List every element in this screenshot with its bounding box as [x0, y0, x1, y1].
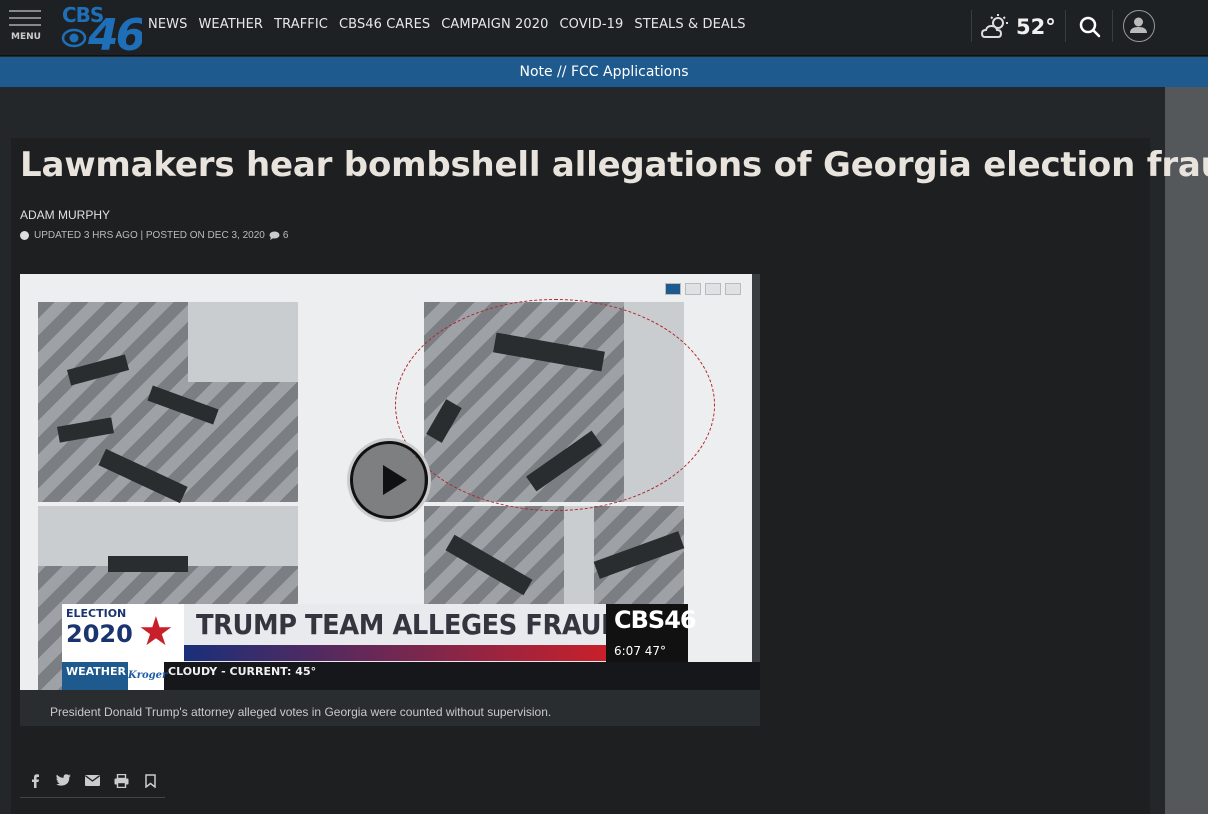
print-icon	[114, 773, 129, 788]
bookmark-button[interactable]	[136, 764, 165, 798]
ticker-text: CLOUDY - CURRENT: 45°	[168, 665, 317, 678]
facebook-icon	[31, 773, 39, 788]
nav-steals-deals[interactable]: STEALS & DEALS	[634, 17, 745, 32]
menu-button[interactable]: MENU	[9, 10, 43, 46]
weather-ticker: WEATHER Kroger CLOUDY - CURRENT: 45°	[62, 662, 760, 690]
twitter-icon	[56, 774, 71, 786]
play-button[interactable]	[350, 441, 428, 519]
station-logo: CBS46	[614, 606, 697, 634]
menu-bar	[9, 24, 41, 26]
bookmark-icon	[145, 773, 156, 788]
nav-cbs46-cares[interactable]: CBS46 CARES	[339, 17, 430, 32]
menu-label: MENU	[11, 32, 41, 42]
nav-campaign-2020[interactable]: CAMPAIGN 2020	[441, 17, 548, 32]
cbs46-logo[interactable]: CBS 46	[60, 0, 142, 54]
video-player[interactable]: ELECTION 2020 ★ TRUMP TEAM ALLEGES FRAUD…	[20, 274, 760, 690]
facebook-share-button[interactable]	[20, 764, 49, 798]
lower-third-stripe	[184, 645, 606, 661]
election-2020-logo: ELECTION 2020 ★	[62, 604, 184, 662]
station-bug: CBS46 6:07 47°	[606, 604, 697, 662]
article-headline: Lawmakers hear bombshell allegations of …	[20, 145, 1208, 185]
highlight-circle	[395, 299, 715, 511]
nav-weather[interactable]: WEATHER	[198, 17, 263, 32]
video-caption: President Donald Trump's attorney allege…	[20, 690, 760, 726]
election-year: 2020	[66, 620, 133, 648]
ticker-sponsor: Kroger	[128, 662, 167, 690]
email-share-button[interactable]	[78, 764, 107, 798]
announcement-banner[interactable]: Note // FCC Applications	[0, 57, 1208, 87]
monitor-toolbar	[665, 283, 741, 295]
print-button[interactable]	[107, 764, 136, 798]
election-label: ELECTION	[66, 607, 127, 620]
divider	[1065, 10, 1066, 42]
partly-cloudy-icon	[980, 14, 1008, 38]
station-time: 6:07 47°	[614, 644, 667, 658]
ticker-label: WEATHER	[62, 662, 128, 690]
menu-bar	[9, 17, 41, 19]
play-icon	[383, 465, 407, 495]
camera-feed	[38, 302, 298, 504]
account-button[interactable]	[1123, 10, 1155, 42]
share-bar	[20, 764, 165, 798]
right-gutter	[1165, 87, 1208, 814]
email-icon	[85, 775, 100, 786]
site-header: MENU CBS 46 NEWS WEATHER TRAFFIC CBS46 C…	[0, 0, 1208, 56]
nav-covid-19[interactable]: COVID-19	[560, 17, 624, 32]
clock-icon	[20, 231, 29, 240]
article-dates: UPDATED 3 HRS AGO | POSTED ON DEC 3, 202…	[34, 230, 265, 241]
nav-traffic[interactable]: TRAFFIC	[274, 17, 328, 32]
divider	[1112, 10, 1113, 42]
comment-icon[interactable]	[269, 231, 280, 240]
lower-third-headline: TRUMP TEAM ALLEGES FRAUD	[196, 608, 622, 641]
divider	[971, 10, 972, 42]
main-nav: NEWS WEATHER TRAFFIC CBS46 CARES CAMPAIG…	[148, 17, 757, 32]
twitter-share-button[interactable]	[49, 764, 78, 798]
temperature: 52°	[1016, 15, 1056, 39]
svg-text:46: 46	[87, 10, 142, 54]
banner-text: Note // FCC Applications	[519, 64, 689, 80]
menu-bar	[9, 10, 41, 12]
search-icon[interactable]	[1076, 13, 1104, 41]
weather-widget[interactable]: 52°	[980, 10, 1056, 44]
article-meta: UPDATED 3 HRS AGO | POSTED ON DEC 3, 202…	[20, 230, 288, 241]
author-name[interactable]: ADAM MURPHY	[20, 208, 110, 222]
nav-news[interactable]: NEWS	[148, 17, 187, 32]
comment-count[interactable]: 6	[283, 230, 289, 241]
star-icon: ★	[138, 610, 174, 654]
user-icon	[1130, 17, 1147, 33]
